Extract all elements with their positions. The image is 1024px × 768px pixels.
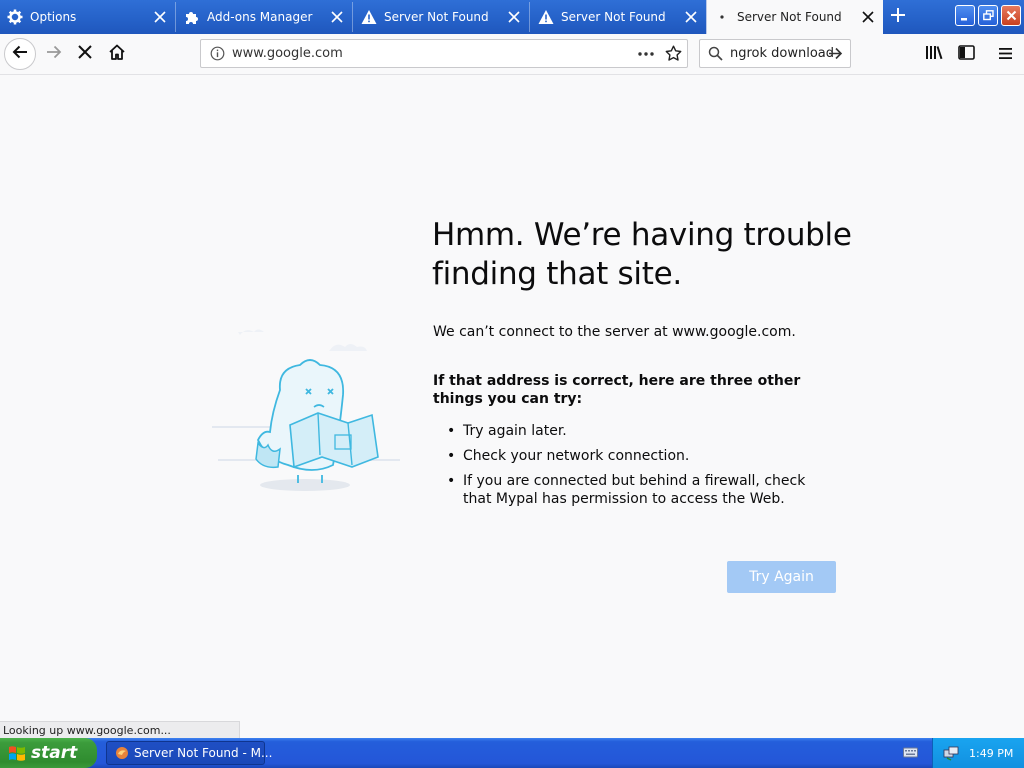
search-icon	[708, 46, 723, 65]
stop-button[interactable]	[69, 38, 101, 70]
taskbar-item-browser[interactable]: Server Not Found - M...	[106, 741, 272, 765]
navigation-toolbar: www.google.com ngrok download	[0, 34, 1024, 75]
stop-icon	[77, 44, 93, 64]
tab-label: Server Not Found	[737, 10, 842, 24]
close-window-button[interactable]	[1001, 5, 1021, 26]
url-bar[interactable]: www.google.com	[200, 39, 688, 68]
arrow-left-icon	[11, 43, 29, 65]
windows-logo-icon	[8, 744, 26, 762]
taskbar: start Server Not Found - M... 1:49 PM	[0, 738, 1024, 768]
tab-strip: Options Add-ons Manager Server Not Found…	[0, 0, 1024, 34]
back-button[interactable]	[4, 38, 36, 70]
star-icon[interactable]	[665, 45, 682, 66]
new-tab-button[interactable]	[884, 4, 912, 30]
hamburger-menu-icon	[998, 45, 1013, 64]
tab-label: Server Not Found	[384, 10, 489, 24]
status-panel: Looking up www.google.com...	[0, 721, 240, 739]
warning-icon	[360, 8, 378, 26]
warning-icon	[537, 8, 555, 26]
library-icon	[925, 44, 943, 64]
restore-icon	[982, 6, 994, 25]
error-title: Hmm. We’re having trouble finding that s…	[432, 217, 852, 292]
close-icon[interactable]	[149, 6, 171, 28]
tab-server-not-found-1[interactable]: Server Not Found	[354, 2, 530, 32]
tab-label: Options	[30, 10, 77, 24]
minimize-button[interactable]	[955, 5, 975, 26]
gear-icon	[6, 8, 24, 26]
list-item: If you are connected but behind a firewa…	[433, 472, 833, 508]
search-bar[interactable]: ngrok download	[699, 39, 851, 68]
close-icon[interactable]	[503, 6, 525, 28]
sidebar-button[interactable]	[950, 38, 982, 70]
close-icon[interactable]	[326, 6, 348, 28]
list-item: Check your network connection.	[433, 447, 833, 465]
arrow-right-icon	[45, 43, 63, 65]
try-again-button[interactable]: Try Again	[727, 561, 836, 593]
close-icon[interactable]	[857, 6, 879, 28]
page-actions-icon[interactable]	[637, 46, 655, 66]
list-item: Try again later.	[433, 422, 833, 440]
browser-icon	[115, 746, 129, 760]
tab-server-not-found-active[interactable]: Server Not Found	[706, 0, 883, 34]
plus-icon	[890, 7, 906, 27]
home-icon	[108, 43, 126, 65]
tab-label: Add-ons Manager	[207, 10, 313, 24]
close-icon[interactable]	[680, 6, 702, 28]
menu-button[interactable]	[989, 38, 1021, 70]
error-page: Hmm. We’re having trouble finding that s…	[0, 75, 1024, 738]
suggestions-list: Try again later. Check your network conn…	[433, 422, 833, 515]
close-icon	[1006, 6, 1017, 25]
taskbar-item-label: Server Not Found - M...	[134, 746, 273, 760]
suggestions-heading: If that address is correct, here are thr…	[433, 373, 801, 407]
start-label: start	[31, 743, 78, 763]
minimize-icon	[960, 6, 970, 25]
library-button[interactable]	[918, 38, 950, 70]
clock[interactable]: 1:49 PM	[969, 747, 1013, 760]
sidebar-icon	[957, 44, 975, 64]
system-tray: 1:49 PM	[932, 738, 1024, 768]
confused-monster-illustration	[212, 329, 400, 491]
network-icon[interactable]	[943, 745, 959, 761]
search-input[interactable]: ngrok download	[730, 46, 834, 61]
forward-button[interactable]	[38, 38, 70, 70]
tab-label: Server Not Found	[561, 10, 666, 24]
tab-options[interactable]: Options	[0, 2, 176, 32]
error-description: We can’t connect to the server at www.go…	[433, 324, 796, 340]
tab-addons-manager[interactable]: Add-ons Manager	[177, 2, 353, 32]
tab-server-not-found-2[interactable]: Server Not Found	[531, 2, 707, 32]
info-icon[interactable]	[210, 46, 225, 65]
start-button[interactable]: start	[0, 738, 97, 768]
restore-button[interactable]	[978, 5, 998, 26]
arrow-right-icon[interactable]	[827, 45, 844, 66]
home-button[interactable]	[101, 38, 133, 70]
puzzle-icon	[183, 8, 201, 26]
url-input[interactable]: www.google.com	[232, 46, 343, 61]
keyboard-icon[interactable]	[903, 746, 918, 759]
loading-dot-icon	[713, 8, 731, 26]
